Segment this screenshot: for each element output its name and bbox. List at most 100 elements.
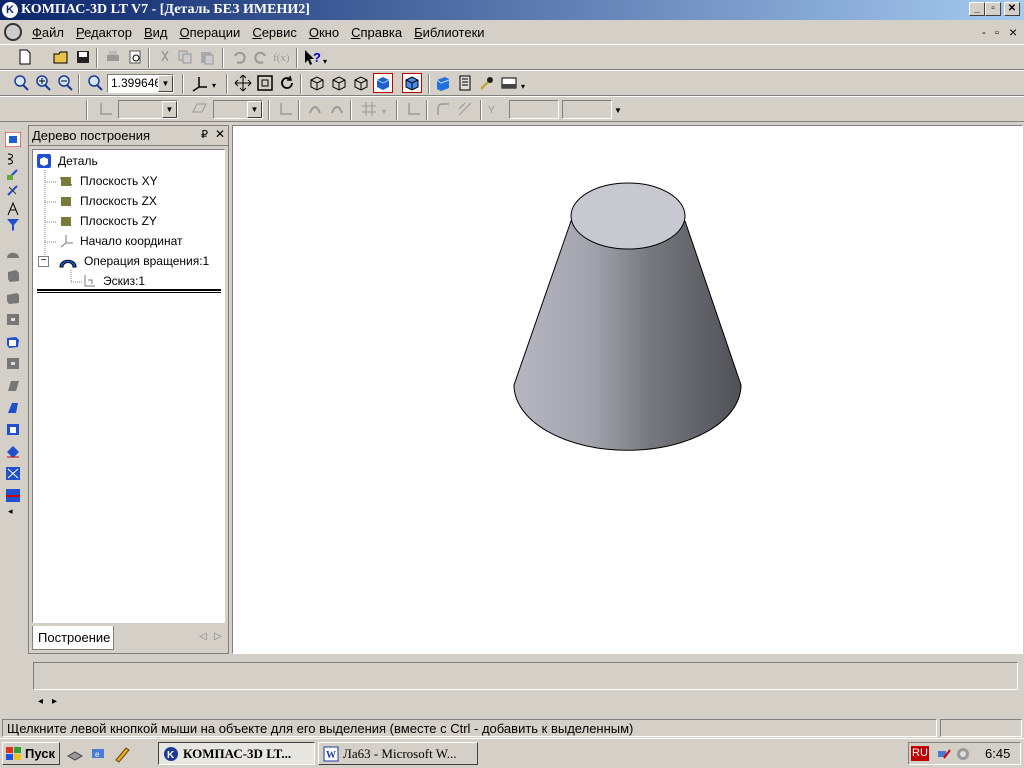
extrude-icon[interactable]	[5, 246, 21, 261]
language-indicator[interactable]: RU	[911, 746, 929, 761]
tree-item-plane-xy[interactable]: Плоскость XY	[58, 172, 158, 190]
revolve-icon[interactable]	[5, 268, 21, 283]
curves-icon[interactable]	[5, 151, 21, 166]
thin-hidden-icon[interactable]	[352, 74, 370, 92]
tree-item-origin[interactable]: Начало координат	[58, 232, 183, 250]
show-all-icon[interactable]	[256, 74, 274, 92]
mdi-restore-button[interactable]: ▫	[995, 27, 999, 39]
quicklaunch-app-icon[interactable]	[113, 745, 131, 763]
x-coord-field[interactable]	[509, 100, 559, 119]
menu-help[interactable]: Справка	[347, 25, 410, 40]
tree-item-sketch[interactable]: Эскиз:1	[81, 272, 145, 290]
section-icon[interactable]	[5, 488, 21, 503]
style-combo[interactable]: ▼	[213, 100, 263, 119]
save-icon[interactable]	[74, 48, 92, 66]
truncated-cone-model[interactable]	[233, 126, 1022, 653]
zoom-in-icon[interactable]	[34, 74, 52, 92]
redo-icon[interactable]	[252, 48, 270, 66]
tab-construction[interactable]: Построение	[32, 626, 114, 650]
context-help-icon[interactable]: ? ▾	[302, 48, 330, 66]
pan-icon[interactable]	[234, 74, 252, 92]
array-icon[interactable]	[5, 466, 21, 481]
chevron-down-icon[interactable]: ▼	[614, 106, 622, 115]
menu-service[interactable]: Сервис	[248, 25, 305, 40]
menu-operations[interactable]: Операции	[175, 25, 248, 40]
grid-icon[interactable]: ▾	[360, 100, 390, 118]
kinematic-icon[interactable]	[5, 290, 21, 305]
chevron-right-icon[interactable]: ▸	[52, 696, 57, 707]
edit-details-icon[interactable]	[5, 132, 21, 147]
layer-combo[interactable]: ▼	[118, 100, 178, 119]
menu-view[interactable]: Вид	[140, 25, 176, 40]
print-icon[interactable]	[104, 48, 122, 66]
tree-item-revolve-op[interactable]: Операция вращения:1	[58, 252, 209, 270]
chamfer-icon[interactable]	[5, 400, 21, 415]
kompas-app-icon[interactable]: K	[2, 2, 18, 18]
spatial-curves-icon[interactable]	[5, 167, 21, 182]
close-icon[interactable]: ✕	[215, 127, 225, 141]
undo-icon[interactable]	[230, 48, 248, 66]
cone-side-surface[interactable]	[513, 220, 742, 451]
local-cs-icon[interactable]	[276, 100, 294, 118]
volume-icon[interactable]	[955, 746, 971, 762]
chevron-left-icon[interactable]: ◁	[199, 631, 207, 642]
chevron-down-icon[interactable]: ▼	[162, 101, 177, 118]
cone-top-face[interactable]	[570, 182, 686, 250]
surfaces-icon[interactable]	[5, 183, 21, 198]
paste-icon[interactable]	[198, 48, 216, 66]
hidden-lines-icon[interactable]	[330, 74, 348, 92]
shell-icon[interactable]	[5, 422, 21, 437]
rib-icon[interactable]	[5, 444, 21, 459]
task-word[interactable]: W Ла63 - Microsoft W...	[318, 742, 478, 765]
chevron-down-icon[interactable]: ▼	[158, 75, 173, 92]
zoom-window-icon[interactable]	[12, 74, 30, 92]
filter-icon[interactable]	[5, 217, 21, 232]
document-menu-icon[interactable]	[4, 23, 22, 41]
mcp-icon[interactable]	[478, 74, 496, 92]
shaded-icon[interactable]	[373, 73, 393, 93]
zoom-scale-icon[interactable]	[86, 74, 104, 92]
open-folder-icon[interactable]	[52, 48, 70, 66]
chevron-down-icon[interactable]: ▼	[247, 101, 262, 118]
loft-icon[interactable]	[5, 312, 21, 327]
model-viewport[interactable]	[232, 125, 1023, 654]
menu-file[interactable]: Файл	[28, 25, 72, 40]
cut-revolve-icon[interactable]	[5, 356, 21, 371]
cut-extrude-icon[interactable]	[5, 334, 21, 349]
start-button[interactable]: Пуск	[2, 742, 60, 765]
snap-icon[interactable]	[306, 100, 324, 118]
y-coord-field[interactable]	[562, 100, 612, 119]
new-document-icon[interactable]	[16, 48, 34, 66]
plane-select-icon[interactable]	[190, 100, 208, 118]
mdi-minimize-button[interactable]: -	[982, 27, 986, 39]
collapse-node-icon[interactable]: −	[38, 256, 49, 267]
cut-icon[interactable]	[156, 48, 174, 66]
chevron-left-icon[interactable]: ◂	[38, 696, 43, 707]
menu-editor[interactable]: Редактор	[72, 25, 140, 40]
close-button[interactable]: ✕	[1004, 2, 1020, 16]
menu-libraries[interactable]: Библиотеки	[410, 25, 492, 40]
rotate-icon[interactable]	[278, 74, 296, 92]
round-icon[interactable]	[434, 100, 452, 118]
wireframe-icon[interactable]	[308, 74, 326, 92]
zoom-scale-combo[interactable]: 1.399646 ▼	[107, 74, 174, 93]
tree-item-plane-zx[interactable]: Плоскость ZX	[58, 192, 157, 210]
perspective-icon[interactable]	[434, 74, 452, 92]
function-icon[interactable]: f(x)	[272, 48, 290, 66]
network-icon[interactable]	[937, 746, 953, 762]
quicklaunch-desktop-icon[interactable]	[66, 746, 84, 762]
measure-icon[interactable]	[456, 74, 474, 92]
chevron-right-icon[interactable]: ▷	[214, 631, 222, 642]
chevron-left-icon[interactable]: ◂	[8, 506, 13, 517]
tree-item-plane-zy[interactable]: Плоскость ZY	[58, 212, 157, 230]
quicklaunch-browser-icon[interactable]: e	[90, 746, 108, 762]
ortho-icon[interactable]	[404, 100, 422, 118]
print-preview-icon[interactable]	[126, 48, 144, 66]
task-kompas[interactable]: K КОМПАС-3D LT...	[158, 742, 315, 765]
copy-icon[interactable]	[176, 48, 194, 66]
xy-coords-icon[interactable]: Y	[486, 100, 504, 118]
restore-button[interactable]: ▫	[985, 2, 1001, 16]
zoom-out-icon[interactable]	[56, 74, 74, 92]
coordinate-system-icon[interactable]	[96, 100, 114, 118]
mdi-close-button[interactable]: ×	[1009, 24, 1017, 40]
